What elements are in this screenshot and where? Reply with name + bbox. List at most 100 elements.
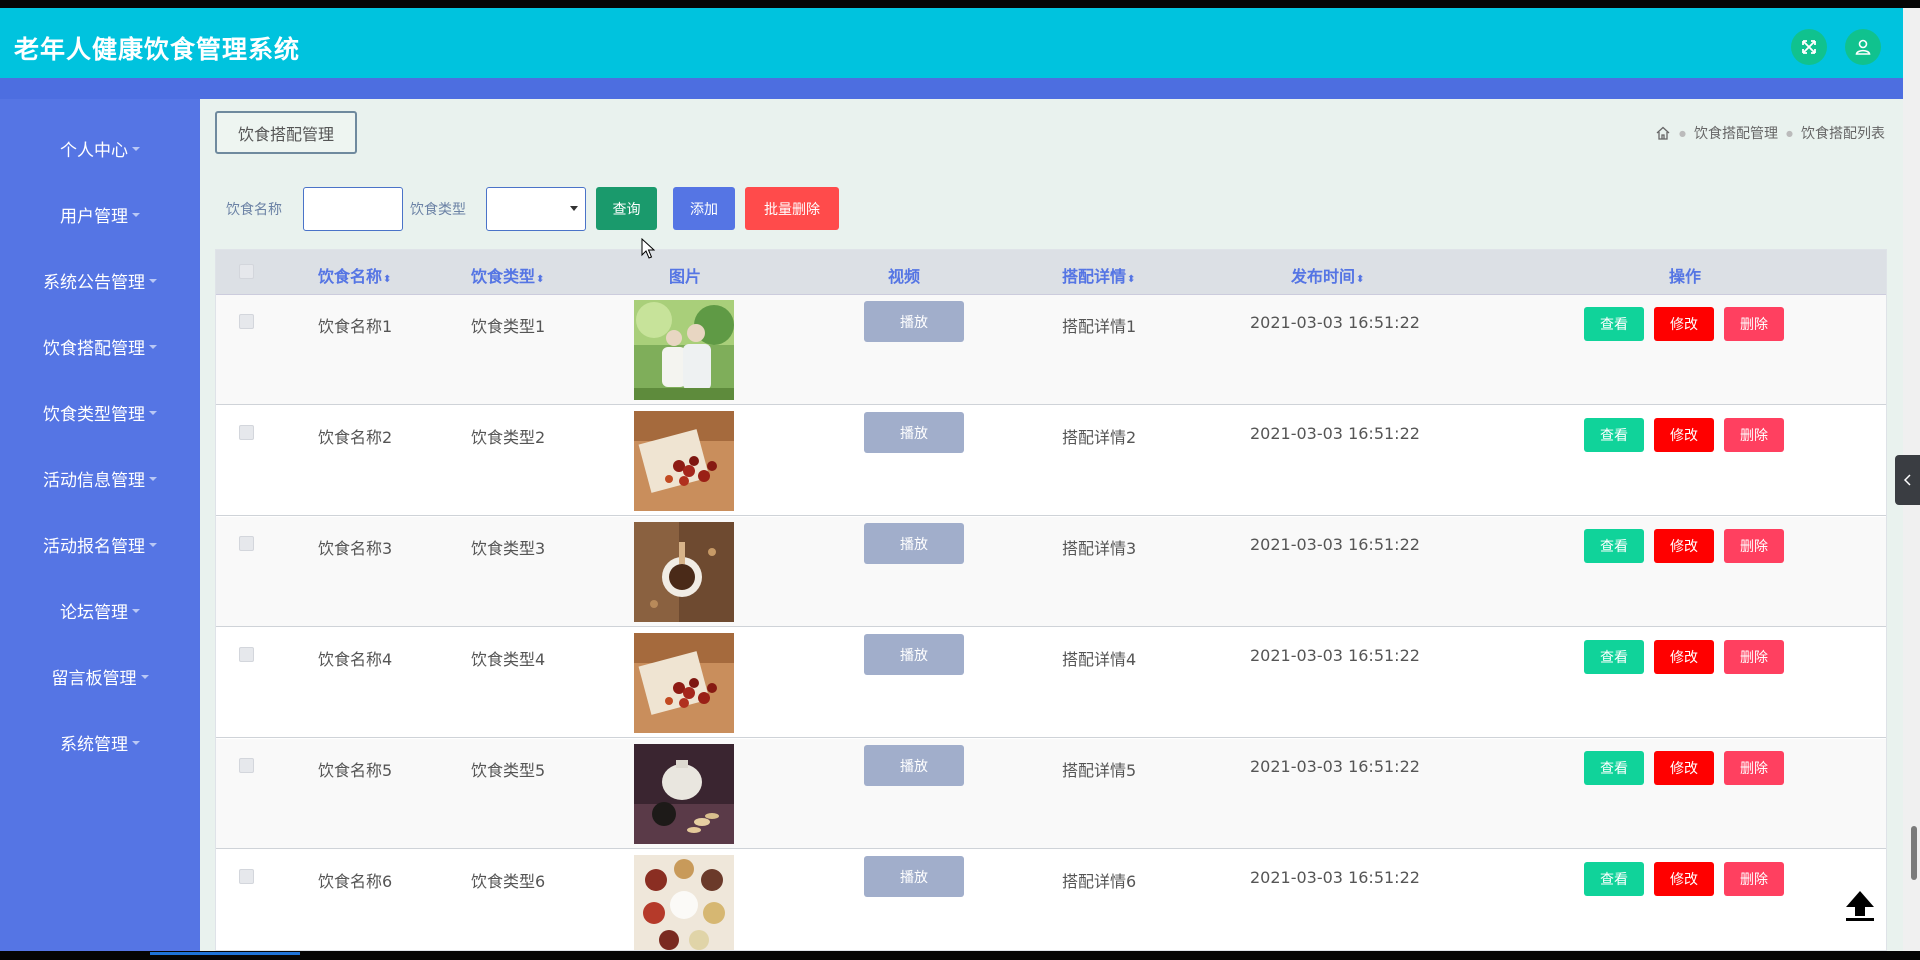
scrollbar-thumb[interactable] (1911, 826, 1917, 880)
main-content: 饮食搭配管理 ● 饮食搭配管理 ● 饮食搭配列表 饮食名称 饮食类型 查询 添加… (200, 99, 1903, 951)
sidebar-item-diet-type-management[interactable]: 饮食类型管理 (0, 392, 200, 432)
delete-button[interactable]: 删除 (1724, 751, 1784, 785)
sidebar-item-label: 留言板管理 (51, 668, 137, 689)
column-header-actions: 操作 (1668, 267, 1702, 286)
sidebar-item-message-board-management[interactable]: 留言板管理 (0, 656, 200, 696)
collapse-panel-tab[interactable] (1895, 455, 1920, 505)
play-video-button[interactable]: 播放 (864, 856, 964, 897)
fullscreen-icon[interactable] (1791, 29, 1827, 65)
elderly-couple-photo (634, 300, 734, 400)
edit-button[interactable]: 修改 (1654, 418, 1714, 452)
delete-button[interactable]: 删除 (1724, 307, 1784, 341)
view-button[interactable]: 查看 (1584, 640, 1644, 674)
sidebar-item-diet-pairing-management[interactable]: 饮食搭配管理 (0, 326, 200, 366)
sidebar-item-activity-info-management[interactable]: 活动信息管理 (0, 458, 200, 498)
sidebar-item-label: 系统公告管理 (43, 272, 145, 293)
column-header-label: 搭配详情 (1062, 267, 1127, 286)
view-button[interactable]: 查看 (1584, 307, 1644, 341)
publish-time-cell: 2021-03-03 16:51:22 (1250, 313, 1420, 332)
row-checkbox[interactable] (239, 425, 254, 440)
edit-button[interactable]: 修改 (1654, 862, 1714, 896)
diet-name-cell: 饮食名称4 (318, 650, 393, 669)
column-header-image: 图片 (668, 267, 702, 286)
top-header: 老年人健康饮食管理系统 (0, 8, 1903, 78)
diet-type-cell: 饮食类型6 (471, 872, 546, 891)
edit-button[interactable]: 修改 (1654, 640, 1714, 674)
publish-time-cell: 2021-03-03 16:51:22 (1250, 757, 1420, 776)
publish-time-cell: 2021-03-03 16:51:22 (1250, 868, 1420, 887)
window-top-border (0, 0, 1920, 8)
sort-icon: ⬍ (1127, 274, 1136, 285)
table-row: 饮食名称2 饮食类型2 播放 搭配详情2 2021-03-03 16:51:22… (216, 406, 1886, 516)
table-row: 饮食名称5 饮食类型5 播放 搭配详情5 2021-03-03 16:51:22… (216, 739, 1886, 849)
caret-down-icon (149, 477, 157, 481)
caret-down-icon (132, 147, 140, 151)
delete-button[interactable]: 删除 (1724, 640, 1784, 674)
breadcrumb-separator: ● (1786, 128, 1793, 138)
caret-down-icon (149, 543, 157, 547)
add-button[interactable]: 添加 (673, 187, 735, 230)
delete-button[interactable]: 删除 (1724, 862, 1784, 896)
view-button[interactable]: 查看 (1584, 862, 1644, 896)
sidebar-item-label: 系统管理 (60, 734, 128, 755)
pairing-detail-cell: 搭配详情5 (1062, 761, 1137, 780)
row-checkbox[interactable] (239, 758, 254, 773)
diet-name-cell: 饮食名称3 (318, 539, 393, 558)
row-checkbox[interactable] (239, 536, 254, 551)
dried-dates-photo (634, 633, 734, 733)
play-video-button[interactable]: 播放 (864, 301, 964, 342)
search-button[interactable]: 查询 (596, 187, 657, 230)
play-video-button[interactable]: 播放 (864, 523, 964, 564)
home-icon[interactable] (1655, 125, 1671, 141)
column-header-publish-time[interactable]: 发布时间⬍ (1291, 263, 1364, 287)
sidebar-item-forum-management[interactable]: 论坛管理 (0, 590, 200, 630)
batch-delete-button[interactable]: 批量删除 (745, 187, 839, 230)
sidebar-item-user-management[interactable]: 用户管理 (0, 194, 200, 234)
delete-button[interactable]: 删除 (1724, 529, 1784, 563)
sidebar-item-label: 用户管理 (60, 206, 128, 227)
diet-name-cell: 饮食名称2 (318, 428, 393, 447)
sidebar-item-activity-signup-management[interactable]: 活动报名管理 (0, 524, 200, 564)
sidebar-item-label: 活动报名管理 (43, 536, 145, 557)
breadcrumb-separator: ● (1679, 128, 1687, 138)
play-video-button[interactable]: 播放 (864, 634, 964, 675)
diet-type-cell: 饮食类型4 (471, 650, 546, 669)
view-button[interactable]: 查看 (1584, 751, 1644, 785)
sidebar-item-notice-management[interactable]: 系统公告管理 (0, 260, 200, 300)
sidebar-item-system-management[interactable]: 系统管理 (0, 722, 200, 762)
user-icon[interactable] (1845, 29, 1881, 65)
sidebar-item-label: 饮食搭配管理 (43, 338, 145, 359)
column-header-diet-name[interactable]: 饮食名称⬍ (318, 263, 391, 287)
chevron-down-icon (570, 206, 578, 211)
sidebar-item-personal-center[interactable]: 个人中心 (0, 128, 200, 168)
diet-type-select[interactable] (486, 187, 586, 231)
edit-button[interactable]: 修改 (1654, 751, 1714, 785)
view-button[interactable]: 查看 (1584, 529, 1644, 563)
row-checkbox[interactable] (239, 647, 254, 662)
delete-button[interactable]: 删除 (1724, 418, 1784, 452)
column-header-diet-type[interactable]: 饮食类型⬍ (471, 263, 544, 287)
edit-button[interactable]: 修改 (1654, 307, 1714, 341)
edit-button[interactable]: 修改 (1654, 529, 1714, 563)
breadcrumb-item[interactable]: 饮食搭配管理 (1694, 123, 1778, 143)
play-video-button[interactable]: 播放 (864, 745, 964, 786)
row-checkbox[interactable] (239, 314, 254, 329)
back-to-top-icon[interactable] (1843, 888, 1877, 922)
sort-icon: ⬍ (1356, 274, 1365, 285)
view-button[interactable]: 查看 (1584, 418, 1644, 452)
sidebar-item-label: 活动信息管理 (43, 470, 145, 491)
column-header-label: 饮食名称 (318, 267, 383, 286)
caret-down-icon (132, 609, 140, 613)
diet-type-cell: 饮食类型5 (471, 761, 546, 780)
select-all-checkbox[interactable] (239, 264, 254, 279)
mouse-cursor-icon (641, 238, 655, 259)
column-header-label: 饮食类型 (471, 267, 536, 286)
play-video-button[interactable]: 播放 (864, 412, 964, 453)
sidebar: 个人中心 用户管理 系统公告管理 饮食搭配管理 饮食类型管理 活动信息管理 活动… (0, 99, 200, 951)
pairing-detail-cell: 搭配详情2 (1062, 428, 1137, 447)
column-header-pairing-detail[interactable]: 搭配详情⬍ (1062, 263, 1135, 287)
diet-type-cell: 饮食类型3 (471, 539, 546, 558)
table-row: 饮食名称4 饮食类型4 播放 搭配详情4 2021-03-03 16:51:22… (216, 628, 1886, 738)
diet-name-input[interactable] (303, 187, 403, 231)
row-checkbox[interactable] (239, 869, 254, 884)
